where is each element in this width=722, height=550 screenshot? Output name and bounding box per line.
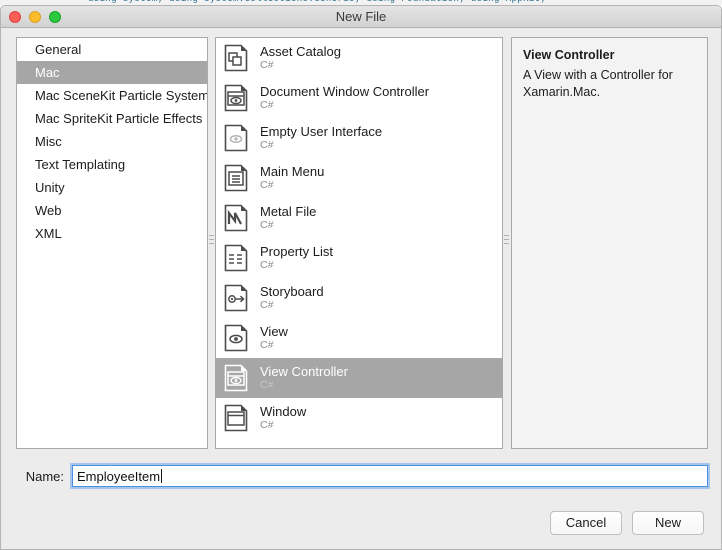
category-item-label: Web — [35, 203, 62, 218]
category-item[interactable]: Text Templating — [17, 153, 207, 176]
category-item-label: Unity — [35, 180, 65, 195]
category-item[interactable]: Mac SceneKit Particle Systems — [17, 84, 207, 107]
template-item-text: Asset Catalog C# — [260, 45, 341, 72]
name-input[interactable]: EmployeeItem — [72, 465, 708, 487]
template-item-name: Asset Catalog — [260, 43, 341, 59]
category-item[interactable]: Mac — [17, 61, 207, 84]
dialog-title: New File — [335, 9, 387, 24]
template-item[interactable]: Empty User Interface C# — [216, 118, 502, 158]
template-item-name: Document Window Controller — [260, 83, 430, 99]
template-item-text: Empty User Interface C# — [260, 125, 382, 152]
category-item[interactable]: Unity — [17, 176, 207, 199]
dialog-buttons: Cancel New — [550, 511, 704, 535]
template-item-name: Metal File — [260, 203, 317, 219]
category-item-label: Mac SpriteKit Particle Effects — [35, 111, 203, 126]
template-item-text: Storyboard C# — [260, 285, 324, 312]
templates-list[interactable]: Asset Catalog C# Document Window Controll… — [215, 37, 503, 449]
category-item[interactable]: Misc — [17, 130, 207, 153]
template-item-name: Empty User Interface — [260, 123, 383, 139]
category-item[interactable]: XML — [17, 222, 207, 245]
cancel-button[interactable]: Cancel — [550, 511, 622, 535]
name-label: Name: — [25, 468, 64, 484]
view-controller-icon — [221, 363, 251, 393]
template-item[interactable]: Property List C# — [216, 238, 502, 278]
template-item-language: C# — [260, 59, 274, 72]
template-item[interactable]: Document Window Controller C# — [216, 78, 502, 118]
template-item-language: C# — [260, 99, 274, 112]
splitter-grip-icon — [209, 235, 214, 247]
splitter-grip-icon — [504, 235, 509, 247]
splitter-left[interactable] — [208, 37, 215, 449]
template-item-text: View C# — [260, 325, 288, 352]
document-window-controller-icon — [221, 83, 251, 113]
template-item[interactable]: Asset Catalog C# — [216, 38, 502, 78]
category-item[interactable]: Web — [17, 199, 207, 222]
detail-description: A View with a Controller for Xamarin.Mac… — [523, 68, 673, 99]
template-item[interactable]: View Controller C# — [216, 358, 502, 398]
name-input-value: EmployeeItem — [77, 468, 161, 484]
category-item-label: Mac — [35, 65, 60, 80]
text-caret — [161, 469, 163, 483]
template-item-language: C# — [260, 299, 274, 312]
category-item-label: Text Templating — [35, 157, 126, 172]
category-item-label: Misc — [35, 134, 62, 149]
template-item-name: Property List — [260, 243, 333, 259]
splitter-right[interactable] — [503, 37, 510, 449]
main-menu-icon — [221, 163, 251, 193]
category-item-label: XML — [35, 226, 62, 241]
template-item[interactable]: Metal File C# — [216, 198, 502, 238]
template-item-language: C# — [260, 339, 274, 352]
template-item-language: C# — [260, 219, 274, 232]
template-item-language: C# — [260, 179, 274, 192]
detail-pane: View Controller A View with a Controller… — [511, 37, 708, 449]
metal-file-icon — [221, 203, 251, 233]
background-window-text: using System; using System.Collections.G… — [88, 0, 546, 4]
detail-title: View Controller — [523, 48, 615, 62]
template-item-name: Window — [260, 403, 307, 419]
template-item[interactable]: View C# — [216, 318, 502, 358]
template-item-text: Window C# — [260, 405, 306, 432]
template-item-text: Main Menu C# — [260, 165, 324, 192]
template-item-name: Storyboard — [260, 283, 324, 299]
template-item-language: C# — [260, 139, 274, 152]
category-item-label: Mac SceneKit Particle Systems — [35, 88, 207, 103]
template-item[interactable]: Storyboard C# — [216, 278, 502, 318]
template-item-name: Main Menu — [260, 163, 325, 179]
template-item-text: Property List C# — [260, 245, 333, 272]
template-item-language: C# — [260, 259, 274, 272]
empty-user-interface-icon — [221, 123, 251, 153]
template-item[interactable]: Window C# — [216, 398, 502, 438]
categories-list[interactable]: General Mac Mac SceneKit Particle Systems M… — [16, 37, 208, 449]
template-item[interactable]: Main Menu C# — [216, 158, 502, 198]
asset-catalog-icon — [221, 43, 251, 73]
new-button[interactable]: New — [632, 511, 704, 535]
category-item-label: General — [35, 42, 82, 57]
dialog-titlebar[interactable]: New File — [1, 6, 721, 28]
view-icon — [221, 323, 251, 353]
category-item[interactable]: Mac SpriteKit Particle Effects — [17, 107, 207, 130]
window-icon — [221, 403, 251, 433]
property-list-icon — [221, 243, 251, 273]
storyboard-icon — [221, 283, 251, 313]
template-item-language: C# — [260, 419, 274, 432]
template-item-text: View Controller C# — [260, 365, 348, 392]
category-item[interactable]: General — [17, 38, 207, 61]
template-item-text: Document Window Controller C# — [260, 85, 429, 112]
new-file-dialog: New File General Mac Mac SceneKit Particle… — [0, 5, 722, 550]
template-item-name: View — [260, 323, 288, 339]
template-item-language: C# — [260, 379, 274, 392]
template-item-name: View Controller — [260, 363, 348, 379]
template-item-text: Metal File C# — [260, 205, 316, 232]
panes-container: General Mac Mac SceneKit Particle Systems M… — [16, 37, 708, 449]
name-row: Name: EmployeeItem — [16, 464, 708, 488]
